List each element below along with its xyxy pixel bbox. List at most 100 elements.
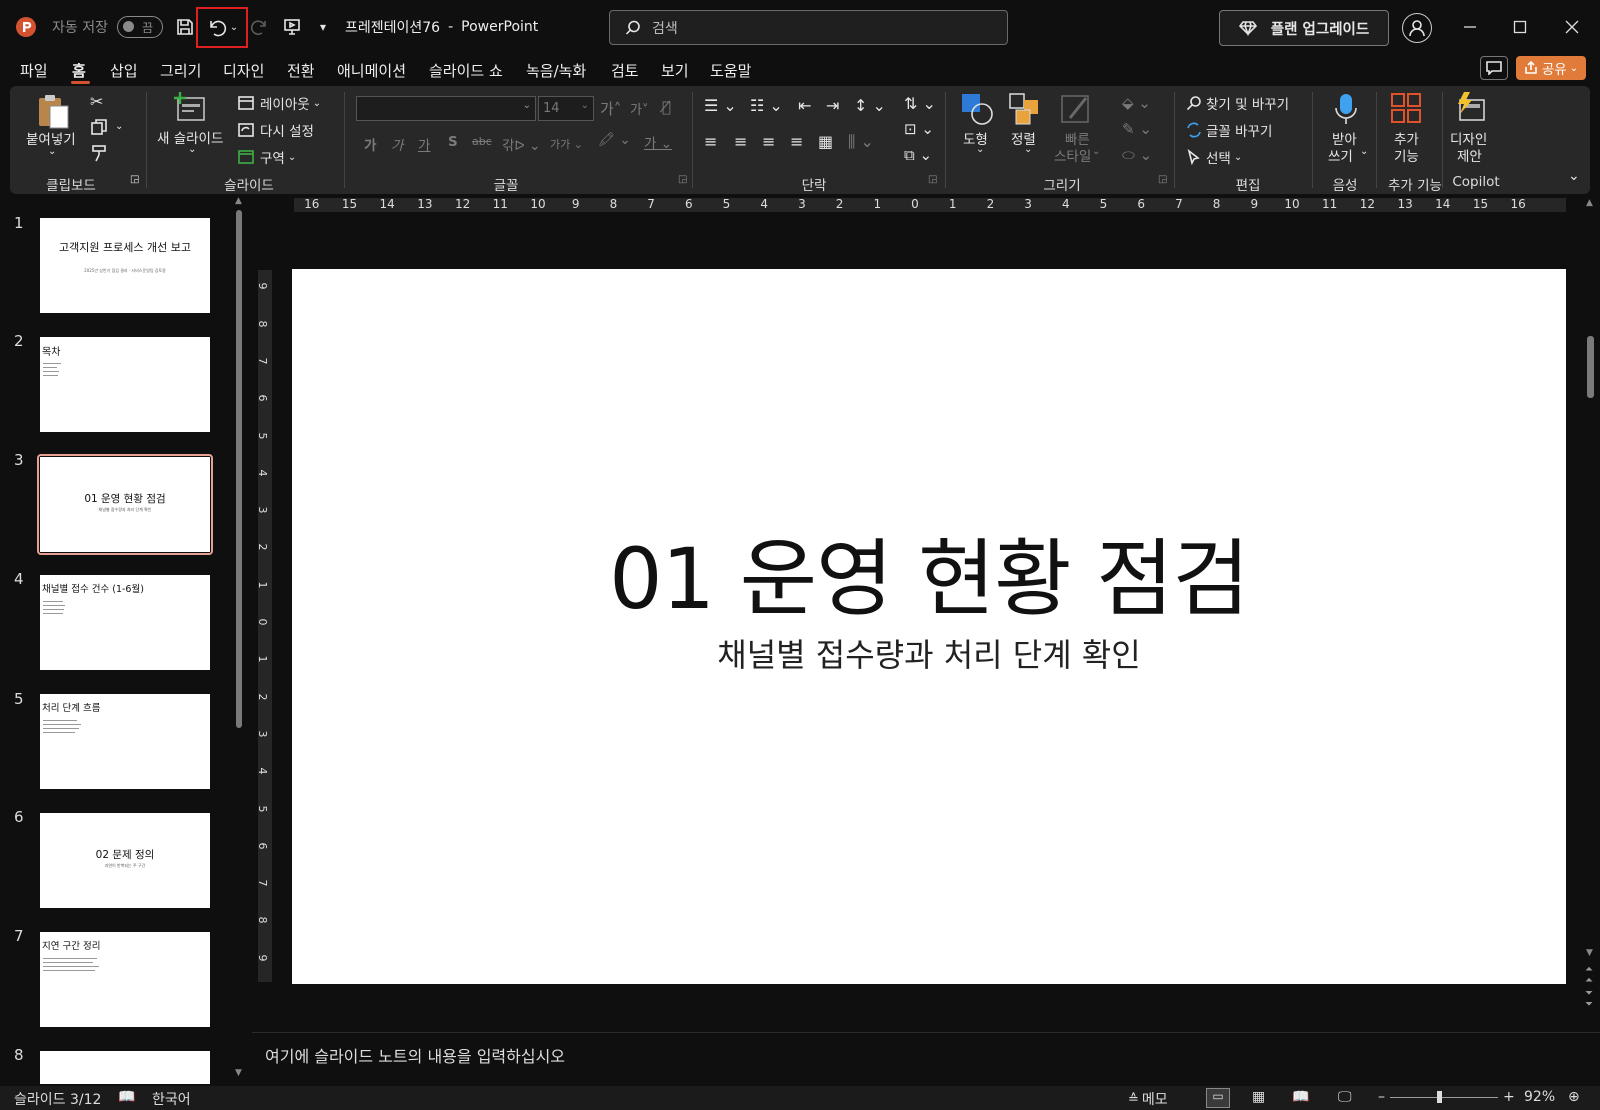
notes-pane[interactable]: 여기에 슬라이드 노트의 내용을 입력하십시오 bbox=[252, 1032, 1600, 1086]
addins-label-2[interactable]: 기능 bbox=[1394, 145, 1419, 165]
slide-title[interactable]: 01 운영 현황 점검 bbox=[292, 529, 1566, 629]
font-size-combo[interactable]: 14 ⌄ bbox=[538, 96, 594, 121]
shape-effects-icon[interactable]: ⬭ ⌄ bbox=[1122, 146, 1152, 164]
tab-slideshow[interactable]: 슬라이드 쇼 bbox=[429, 60, 503, 81]
font-size-chevron-icon[interactable]: ⌄ bbox=[581, 100, 589, 111]
layout-button[interactable]: 레이아웃 ⌄ bbox=[238, 93, 321, 113]
tab-design[interactable]: 디자인 bbox=[223, 60, 264, 81]
paste-chevron-icon[interactable]: ⌄ bbox=[48, 146, 56, 157]
text-shadow-icon[interactable]: S bbox=[448, 134, 458, 150]
addins-icon[interactable] bbox=[1390, 92, 1422, 124]
justify-icon[interactable]: ≡ bbox=[790, 132, 803, 151]
font-launcher-icon[interactable]: ◲ bbox=[678, 174, 687, 185]
shape-outline-icon[interactable]: ✎ ⌄ bbox=[1122, 120, 1152, 138]
section-button[interactable]: 구역 ⌄ bbox=[238, 147, 296, 167]
language-indicator[interactable]: 한국어 bbox=[152, 1089, 191, 1109]
tab-record[interactable]: 녹음/녹화 bbox=[526, 60, 586, 81]
save-icon[interactable] bbox=[173, 15, 197, 39]
scroll-down-arrow-icon[interactable]: ▼ bbox=[1586, 948, 1593, 958]
next-slide-icon[interactable]: ⏷ ⏷ bbox=[1585, 988, 1593, 1010]
autosave-toggle[interactable]: 끔 bbox=[117, 16, 163, 38]
slide-thumbnail-5[interactable]: 처리 단계 흐름 bbox=[40, 694, 210, 789]
slide-thumbnail-4[interactable]: 채널별 접수 건수 (1-6월) bbox=[40, 575, 210, 670]
reading-view-icon[interactable]: 📖 bbox=[1292, 1089, 1309, 1105]
shrink-font-icon[interactable]: 가˅ bbox=[630, 99, 648, 118]
align-text-icon[interactable]: ⊡ ⌄ bbox=[904, 120, 934, 138]
columns-icon[interactable]: ⫼ ⌄ bbox=[848, 132, 874, 152]
highlight-icon[interactable]: 🖍 ⌄ bbox=[598, 132, 631, 148]
slideshow-view-icon[interactable]: 🖵 bbox=[1338, 1089, 1352, 1105]
character-spacing-icon[interactable]: 갂ᐅ ⌄ bbox=[502, 134, 540, 154]
customize-quick-access-icon[interactable]: ▾ bbox=[313, 15, 333, 39]
tab-home[interactable]: 홈 bbox=[72, 60, 86, 81]
shapes-icon[interactable] bbox=[960, 92, 994, 126]
quick-styles-chevron-icon[interactable]: ⌄ bbox=[1092, 146, 1100, 157]
arrange-icon[interactable] bbox=[1008, 92, 1042, 126]
paste-icon[interactable] bbox=[36, 92, 72, 132]
normal-view-icon[interactable]: ▭ bbox=[1206, 1088, 1230, 1108]
slide-thumbnail-8[interactable] bbox=[40, 1051, 210, 1084]
slide-thumbnail-2[interactable]: 목차 bbox=[40, 337, 210, 432]
quick-styles-label-2[interactable]: 스타일 bbox=[1054, 145, 1091, 165]
increase-indent-icon[interactable]: ⇥ bbox=[826, 96, 839, 115]
distributed-icon[interactable]: ▦ bbox=[818, 132, 833, 151]
paste-label[interactable]: 붙여넣기 bbox=[26, 128, 76, 148]
editor-scrollbar-thumb[interactable] bbox=[1587, 336, 1594, 398]
close-icon[interactable] bbox=[1557, 15, 1587, 39]
scroll-up-arrow-icon[interactable]: ▲ bbox=[1586, 198, 1593, 208]
align-right-icon[interactable]: ≡ bbox=[762, 132, 775, 151]
undo-dropdown-chevron-icon[interactable]: ⌄ bbox=[230, 22, 238, 33]
search-box[interactable]: 검색 bbox=[609, 10, 1008, 45]
undo-button[interactable]: ⌄ bbox=[196, 7, 248, 48]
decrease-indent-icon[interactable]: ⇤ bbox=[798, 96, 811, 115]
new-slide-icon[interactable] bbox=[172, 90, 206, 124]
comments-button[interactable] bbox=[1480, 56, 1508, 80]
slide-thumbnail-7[interactable]: 지연 구간 정리 bbox=[40, 932, 210, 1027]
share-button[interactable]: 공유 ⌄ bbox=[1516, 56, 1586, 80]
zoom-in-icon[interactable]: + bbox=[1503, 1089, 1515, 1105]
find-replace-button[interactable]: 찾기 및 바꾸기 bbox=[1186, 93, 1289, 113]
tab-transitions[interactable]: 전환 bbox=[287, 60, 315, 81]
slide-thumbnail-3[interactable]: 01 운영 현황 점검 채널별 접수량과 처리 단계 확인 bbox=[40, 457, 210, 552]
upgrade-plan-button[interactable]: 플랜 업그레이드 bbox=[1219, 10, 1389, 46]
grow-font-icon[interactable]: 가˄ bbox=[600, 98, 621, 119]
designer-label-2[interactable]: 제안 bbox=[1457, 145, 1482, 165]
strikethrough-icon[interactable]: abc bbox=[472, 135, 492, 148]
font-family-chevron-icon[interactable]: ⌄ bbox=[523, 100, 531, 111]
tab-help[interactable]: 도움말 bbox=[710, 60, 751, 81]
redo-icon[interactable] bbox=[248, 15, 272, 39]
quick-styles-icon[interactable] bbox=[1060, 92, 1094, 126]
zoom-slider-thumb[interactable] bbox=[1437, 1091, 1443, 1103]
cut-icon[interactable]: ✂ bbox=[90, 92, 103, 111]
tab-draw[interactable]: 그리기 bbox=[160, 60, 201, 81]
zoom-level[interactable]: 92% bbox=[1524, 1089, 1555, 1105]
font-family-combo[interactable]: ⌄ bbox=[356, 96, 536, 121]
slide-thumbnail-1[interactable]: 고객지원 프로세스 개선 보고 2025년 상반기 점검 결과 · 서비스운영팀… bbox=[40, 218, 210, 313]
font-color-icon[interactable]: 가 ⌄ bbox=[644, 132, 672, 152]
dictate-label-2[interactable]: 쓰기 bbox=[1328, 145, 1353, 165]
text-direction-icon[interactable]: ⇅ ⌄ bbox=[904, 94, 936, 113]
notes-toggle-button[interactable]: ≙ 메모 bbox=[1128, 1089, 1168, 1109]
slide-canvas[interactable]: 01 운영 현황 점검 채널별 접수량과 처리 단계 확인 bbox=[292, 269, 1566, 984]
slide-thumbnail-6[interactable]: 02 문제 정의 지연이 반복되는 주 구간 bbox=[40, 813, 210, 908]
convert-smartart-icon[interactable]: ⧉ ⌄ bbox=[904, 146, 932, 164]
copy-chevron-icon[interactable]: ⌄ bbox=[115, 121, 123, 132]
dictate-chevron-icon[interactable]: ⌄ bbox=[1360, 146, 1368, 157]
format-painter-icon[interactable] bbox=[90, 144, 108, 166]
shape-fill-icon[interactable]: ⬙ ⌄ bbox=[1122, 94, 1151, 112]
numbering-icon[interactable]: ☷ ⌄ bbox=[750, 96, 783, 115]
zoom-slider-track[interactable] bbox=[1390, 1097, 1498, 1098]
account-avatar[interactable] bbox=[1402, 13, 1432, 43]
maximize-icon[interactable] bbox=[1505, 15, 1535, 39]
shapes-chevron-icon[interactable]: ⌄ bbox=[976, 144, 984, 155]
slide-sorter-icon[interactable]: ▦ bbox=[1252, 1089, 1265, 1105]
change-case-icon[interactable]: 가가 ⌄ bbox=[550, 136, 583, 152]
tab-file[interactable]: 파일 bbox=[20, 60, 48, 81]
bold-icon[interactable]: 가 bbox=[364, 134, 376, 154]
reset-button[interactable]: 다시 설정 bbox=[238, 120, 314, 140]
slide-subtitle[interactable]: 채널별 접수량과 처리 단계 확인 bbox=[292, 635, 1566, 675]
zoom-out-icon[interactable]: – bbox=[1378, 1089, 1385, 1105]
tab-animations[interactable]: 애니메이션 bbox=[337, 60, 406, 81]
ribbon-collapse-chevron-icon[interactable]: ⌄ bbox=[1568, 168, 1580, 184]
underline-icon[interactable]: 가 bbox=[418, 134, 430, 154]
